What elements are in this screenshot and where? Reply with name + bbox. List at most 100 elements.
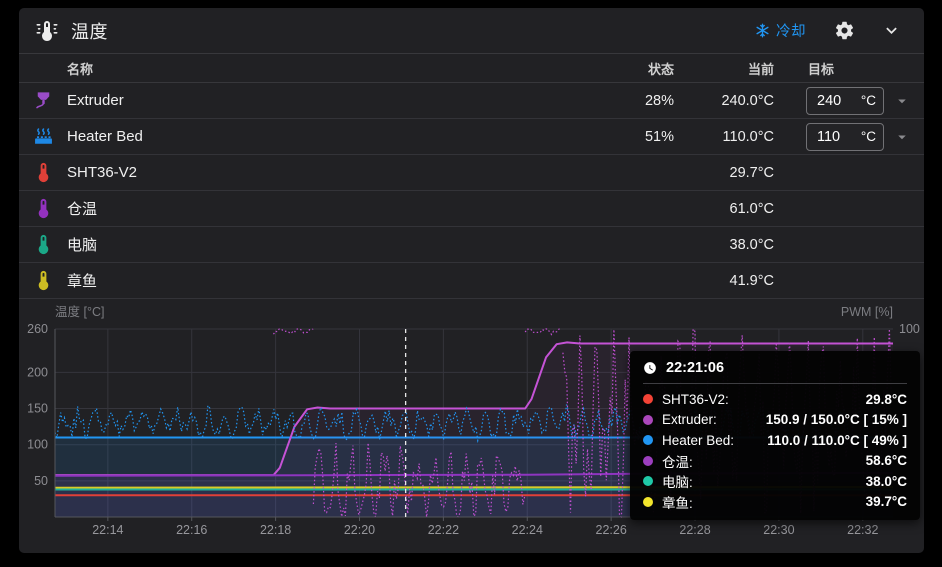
svg-text:100: 100 — [27, 438, 48, 452]
svg-text:22:16: 22:16 — [176, 523, 207, 537]
tooltip-time: 22:21:06 — [666, 360, 724, 376]
tooltip-row: Extruder: 150.9 / 150.0°C [ 15% ] — [643, 410, 907, 431]
tooltip-label: SHT36-V2: — [662, 392, 729, 407]
sensor-current: 240.0°C — [674, 93, 774, 109]
table-row: 仓温 61.0°C — [19, 191, 924, 227]
series-color-dot — [643, 497, 653, 507]
chevron-down-icon — [881, 20, 902, 41]
chart-tooltip: 22:21:06 SHT36-V2: 29.8°C Extruder: 150.… — [630, 351, 920, 520]
svg-text:100: 100 — [899, 322, 920, 336]
preset-dropdown-button[interactable] — [893, 92, 911, 110]
panel-header: 温度 冷却 — [19, 8, 924, 54]
sensor-name: Heater Bed — [67, 128, 574, 145]
tooltip-time-row: 22:21:06 — [643, 360, 907, 384]
collapse-button[interactable] — [875, 14, 908, 47]
svg-text:22:22: 22:22 — [428, 523, 459, 537]
settings-button[interactable] — [828, 14, 861, 47]
svg-text:22:32: 22:32 — [847, 523, 878, 537]
svg-text:22:20: 22:20 — [344, 523, 375, 537]
svg-text:22:18: 22:18 — [260, 523, 291, 537]
sensor-current: 41.9°C — [674, 273, 774, 289]
snowflake-icon — [755, 23, 770, 38]
target-temp-input[interactable]: 110 °C — [806, 123, 884, 151]
tooltip-value: 29.8°C — [866, 392, 907, 407]
sensor-name: 章鱼 — [67, 270, 574, 291]
tooltip-rows: SHT36-V2: 29.8°C Extruder: 150.9 / 150.0… — [643, 384, 907, 512]
temperature-chart: 22:14 22:16 22:18 22:20 22:22 22:24 22:26 22:28… — [19, 299, 924, 553]
tooltip-row: SHT36-V2: 29.8°C — [643, 389, 907, 410]
tooltip-row: 仓温: 58.6°C — [643, 451, 907, 472]
tooltip-label: 电脑: — [662, 471, 693, 491]
extruder-icon — [32, 89, 55, 112]
tooltip-value: 150.9 / 150.0°C [ 15% ] — [766, 412, 907, 427]
thermometer-icon — [32, 197, 55, 220]
thermometer-icon — [32, 161, 55, 184]
table-header: 名称 状态 当前 目标 — [19, 54, 924, 83]
temperature-panel: 温度 冷却 名称 状态 当前 目标 Extruder 28% 240.0°C — [19, 8, 924, 553]
tooltip-label: 章鱼: — [662, 492, 693, 512]
preset-dropdown-button[interactable] — [893, 128, 911, 146]
thermometer-icon — [32, 269, 55, 292]
target-value: 110 — [817, 129, 861, 145]
series-color-dot — [643, 435, 653, 445]
target-unit: °C — [861, 93, 876, 108]
svg-text:22:30: 22:30 — [763, 523, 794, 537]
tooltip-value: 39.7°C — [866, 494, 907, 509]
series-color-dot — [643, 415, 653, 425]
sensor-current: 110.0°C — [674, 129, 774, 145]
sensor-name: 电脑 — [67, 234, 574, 255]
tooltip-row: 电脑: 38.0°C — [643, 471, 907, 492]
svg-text:260: 260 — [27, 322, 48, 336]
svg-text:200: 200 — [27, 365, 48, 379]
thermometer-icon — [32, 233, 55, 256]
caret-down-icon — [893, 128, 911, 146]
table-row: Heater Bed 51% 110.0°C 110 °C — [19, 119, 924, 155]
caret-down-icon — [893, 92, 911, 110]
column-current: 当前 — [674, 59, 774, 78]
sensor-state: 28% — [574, 93, 674, 109]
target-temp-input[interactable]: 240 °C — [806, 87, 884, 115]
series-color-dot — [643, 456, 653, 466]
column-target: 目标 — [774, 59, 924, 78]
svg-text:PWM [%]: PWM [%] — [841, 305, 893, 319]
heater-bed-icon — [32, 125, 55, 148]
tooltip-label: 仓温: — [662, 451, 693, 471]
table-row: 章鱼 41.9°C — [19, 263, 924, 299]
tooltip-label: Heater Bed: — [662, 433, 734, 448]
column-state: 状态 — [574, 59, 674, 78]
tooltip-row: 章鱼: 39.7°C — [643, 492, 907, 513]
sensor-current: 38.0°C — [674, 237, 774, 253]
sensor-current: 61.0°C — [674, 201, 774, 217]
svg-text:22:24: 22:24 — [512, 523, 543, 537]
table-row: 电脑 38.0°C — [19, 227, 924, 263]
series-color-dot — [643, 476, 653, 486]
tooltip-row: Heater Bed: 110.0 / 110.0°C [ 49% ] — [643, 430, 907, 451]
svg-text:温度 [°C]: 温度 [°C] — [55, 304, 104, 319]
sensor-current: 29.7°C — [674, 165, 774, 181]
sensor-name: Extruder — [67, 92, 574, 109]
sensor-name: SHT36-V2 — [67, 164, 574, 181]
column-name: 名称 — [19, 59, 574, 78]
svg-text:22:14: 22:14 — [92, 523, 123, 537]
cooldown-button[interactable]: 冷却 — [747, 14, 814, 47]
table-row: SHT36-V2 29.7°C — [19, 155, 924, 191]
sensor-name: 仓温 — [67, 198, 574, 219]
gear-icon — [834, 20, 855, 41]
target-value: 240 — [817, 93, 861, 109]
thermometer-icon — [35, 19, 59, 43]
sensor-table: Extruder 28% 240.0°C 240 °C Heater Bed 5… — [19, 83, 924, 299]
tooltip-value: 58.6°C — [866, 453, 907, 468]
tooltip-label: Extruder: — [662, 412, 717, 427]
tooltip-value: 38.0°C — [866, 474, 907, 489]
target-unit: °C — [861, 129, 876, 144]
cooldown-label: 冷却 — [776, 20, 806, 41]
svg-text:22:26: 22:26 — [596, 523, 627, 537]
table-row: Extruder 28% 240.0°C 240 °C — [19, 83, 924, 119]
page-title: 温度 — [71, 18, 108, 44]
svg-text:50: 50 — [34, 474, 48, 488]
sensor-state: 51% — [574, 129, 674, 145]
clock-icon — [643, 361, 657, 375]
series-color-dot — [643, 394, 653, 404]
svg-text:150: 150 — [27, 402, 48, 416]
svg-text:22:28: 22:28 — [679, 523, 710, 537]
